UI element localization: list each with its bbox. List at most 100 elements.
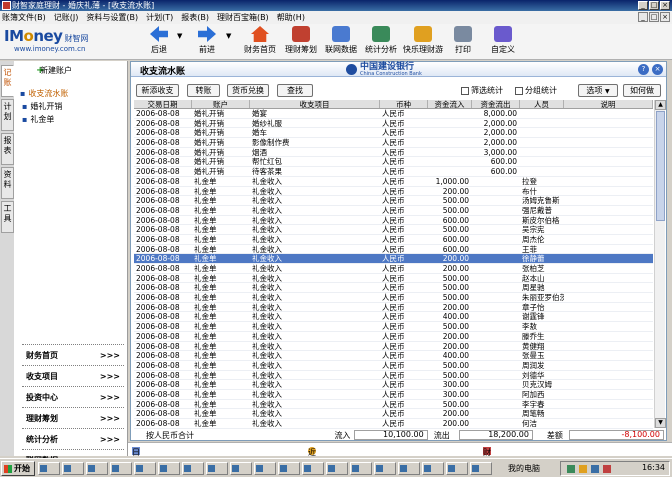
vertical-tab-1[interactable]: 计划 <box>1 99 14 131</box>
scroll-up-icon[interactable]: ▲ <box>655 100 666 110</box>
table-row[interactable]: 2006-08-08 礼金单 礼金收入 人民币 300.00 阿加西 <box>134 390 653 400</box>
scroll-thumb[interactable] <box>656 111 665 221</box>
back-dropdown-icon[interactable]: ▼ <box>177 32 182 40</box>
table-row[interactable]: 2006-08-08 婚礼开销 影像制作费 人民币 2,000.00 <box>134 138 653 148</box>
search-button[interactable]: 查找 <box>277 84 313 97</box>
column-header-1[interactable]: 账户 <box>192 100 250 108</box>
tray-speaker-icon[interactable] <box>579 465 587 473</box>
tray-network-icon[interactable] <box>567 465 575 473</box>
table-row[interactable]: 2006-08-08 礼金单 礼金收入 人民币 500.00 赵本山 <box>134 274 653 284</box>
vertical-tab-4[interactable]: 工具 <box>1 201 14 233</box>
taskbar-button[interactable] <box>158 462 180 475</box>
start-button[interactable]: 开始 <box>1 461 35 476</box>
vertical-tab-2[interactable]: 报表 <box>1 133 14 165</box>
forward-dropdown-icon[interactable]: ▼ <box>226 32 231 40</box>
happy-finance-button[interactable]: 快乐理财游 <box>402 26 444 58</box>
back-button[interactable]: 后退 <box>144 26 174 58</box>
nav-bottom-item-4[interactable]: 统计分析 >>> <box>22 428 124 449</box>
taskbar-button[interactable] <box>134 462 156 475</box>
taskbar-button[interactable] <box>422 462 444 475</box>
table-row[interactable]: 2006-08-08 婚礼开销 烟酒 人民币 3,000.00 <box>134 148 653 158</box>
table-row[interactable]: 2006-08-08 婚礼开销 帮忙红包 人民币 600.00 <box>134 157 653 168</box>
taskbar-button[interactable] <box>230 462 252 475</box>
taskbar-button[interactable] <box>446 462 468 475</box>
transfer-button[interactable]: 转账 <box>187 84 220 97</box>
table-row[interactable]: 2006-08-08 婚礼开销 婚宴 人民币 8,000.00 <box>134 109 653 119</box>
menu-item-5[interactable]: 理财百宝箱(B) <box>217 12 269 23</box>
taskbar-button[interactable] <box>350 462 372 475</box>
online-data-button[interactable]: 联网数据 <box>323 26 359 58</box>
tree-item-1[interactable]: ▪ 婚礼开销 <box>20 100 68 113</box>
taskbar-button[interactable] <box>302 462 324 475</box>
stats-button[interactable]: 统计分析 <box>363 26 399 58</box>
menu-item-1[interactable]: 记账(J) <box>54 12 79 23</box>
taskbar-button[interactable] <box>86 462 108 475</box>
customize-button[interactable]: 自定义 <box>488 26 518 58</box>
scroll-down-icon[interactable]: ▼ <box>655 418 666 428</box>
column-header-4[interactable]: 资金流入 <box>428 100 472 108</box>
table-row[interactable]: 2006-08-08 礼金单 礼金收入 人民币 600.00 王菲 <box>134 245 653 255</box>
new-account-button[interactable]: + 新建账户 <box>16 64 126 78</box>
filter-stats-checkbox[interactable]: 筛选统计 <box>461 85 503 96</box>
menu-item-2[interactable]: 资料与设置(B) <box>86 12 138 23</box>
menu-item-6[interactable]: 帮助(H) <box>277 12 305 23</box>
close-button[interactable]: × <box>660 1 670 10</box>
vertical-scrollbar[interactable]: ▲ ▼ <box>654 100 666 428</box>
table-row[interactable]: 2006-08-08 礼金单 礼金收入 人民币 500.00 汤姆克鲁斯 <box>134 196 653 206</box>
tray-app-icon[interactable] <box>591 465 599 473</box>
taskbar-button[interactable] <box>398 462 420 475</box>
table-row[interactable]: 2006-08-08 礼金单 礼金收入 人民币 400.00 张曼玉 <box>134 351 653 361</box>
add-entry-button[interactable]: 新添收支 <box>136 84 179 97</box>
vertical-tab-0[interactable]: 记账 <box>1 65 14 97</box>
mdi-close-button[interactable]: × <box>660 12 670 22</box>
forward-button[interactable]: 前进 <box>192 26 222 58</box>
options-dropdown[interactable]: 选项 ▼ <box>578 84 618 97</box>
taskbar-button[interactable] <box>182 462 204 475</box>
how-to-button[interactable]: 如何做 <box>623 84 661 97</box>
nav-bottom-item-2[interactable]: 投资中心 >>> <box>22 386 124 407</box>
table-row[interactable]: 2006-08-08 礼金单 礼金收入 人民币 500.00 李敖 <box>134 322 653 332</box>
table-row[interactable]: 2006-08-08 婚礼开销 婚纱礼服 人民币 2,000.00 <box>134 119 653 129</box>
taskbar-button[interactable] <box>326 462 348 475</box>
group-stats-checkbox[interactable]: 分组统计 <box>515 85 557 96</box>
table-row[interactable]: 2006-08-08 礼金单 礼金收入 人民币 500.00 周润发 <box>134 361 653 371</box>
table-row[interactable]: 2006-08-08 礼金单 礼金收入 人民币 200.00 布什 <box>134 187 653 197</box>
column-header-3[interactable]: 币种 <box>380 100 428 108</box>
table-row[interactable]: 2006-08-08 礼金单 礼金收入 人民币 500.00 强尼戴普 <box>134 206 653 216</box>
taskbar-button[interactable] <box>278 462 300 475</box>
tree-item-2[interactable]: ▪ 礼金单 <box>20 113 68 126</box>
table-row[interactable]: 2006-08-08 礼金单 礼金收入 人民币 200.00 张柏芝 <box>134 264 653 274</box>
table-row[interactable]: 2006-08-08 礼金单 礼金收入 人民币 200.00 滕乔生 <box>134 332 653 342</box>
table-row[interactable]: 2006-08-08 礼金单 礼金收入 人民币 200.00 何洁 <box>134 419 653 429</box>
table-row[interactable]: 2006-08-08 礼金单 礼金收入 人民币 1,000.00 拉登 <box>134 177 653 187</box>
table-row[interactable]: 2006-08-08 礼金单 礼金收入 人民币 200.00 黄健翔 <box>134 342 653 352</box>
taskbar-button[interactable] <box>38 462 60 475</box>
table-row[interactable]: 2006-08-08 礼金单 礼金收入 人民币 600.00 斯皮尔伯格 <box>134 216 653 226</box>
menu-item-4[interactable]: 报表(B) <box>181 12 209 23</box>
print-button[interactable]: 打印 <box>450 26 476 58</box>
table-row[interactable]: 2006-08-08 婚礼开销 待客茶果 人民币 600.00 <box>134 167 653 177</box>
table-row[interactable]: 2006-08-08 礼金单 礼金收入 人民币 200.00 章子怡 <box>134 303 653 313</box>
table-row[interactable]: 2006-08-08 礼金单 礼金收入 人民币 200.00 周笔畅 <box>134 409 653 419</box>
my-computer-label[interactable]: 我的电脑 <box>508 461 540 476</box>
taskbar-button[interactable] <box>110 462 132 475</box>
mdi-restore-button[interactable]: □ <box>649 12 659 22</box>
column-header-5[interactable]: 资金流出 <box>472 100 520 108</box>
taskbar-button[interactable] <box>254 462 276 475</box>
column-header-0[interactable]: 交易日期 <box>134 100 192 108</box>
table-row[interactable]: 2006-08-08 礼金单 礼金收入 人民币 500.00 朱丽亚罗伯茨 <box>134 293 653 303</box>
nav-bottom-item-3[interactable]: 理财筹划 >>> <box>22 407 124 428</box>
table-row[interactable]: 2006-08-08 礼金单 礼金收入 人民币 500.00 吴宗宪 <box>134 225 653 235</box>
column-header-7[interactable]: 说明 <box>564 100 653 108</box>
table-row[interactable]: 2006-08-08 礼金单 礼金收入 人民币 300.00 贝克汉姆 <box>134 380 653 390</box>
taskbar-button[interactable] <box>206 462 228 475</box>
close-icon[interactable]: × <box>652 64 663 75</box>
column-header-2[interactable]: 收支项目 <box>250 100 380 108</box>
nav-bottom-item-0[interactable]: 财务首页 >>> <box>22 344 124 365</box>
table-row[interactable]: 2006-08-08 礼金单 礼金收入 人民币 500.00 刘德华 <box>134 371 653 381</box>
table-row[interactable]: 2006-08-08 礼金单 礼金收入 人民币 500.00 周星驰 <box>134 283 653 294</box>
nav-bottom-item-1[interactable]: 收支项目 >>> <box>22 365 124 386</box>
taskbar-button[interactable] <box>374 462 396 475</box>
table-row[interactable]: 2006-08-08 礼金单 礼金收入 人民币 200.00 徐静蕾 <box>134 254 653 264</box>
menu-item-3[interactable]: 计划(T) <box>146 12 173 23</box>
